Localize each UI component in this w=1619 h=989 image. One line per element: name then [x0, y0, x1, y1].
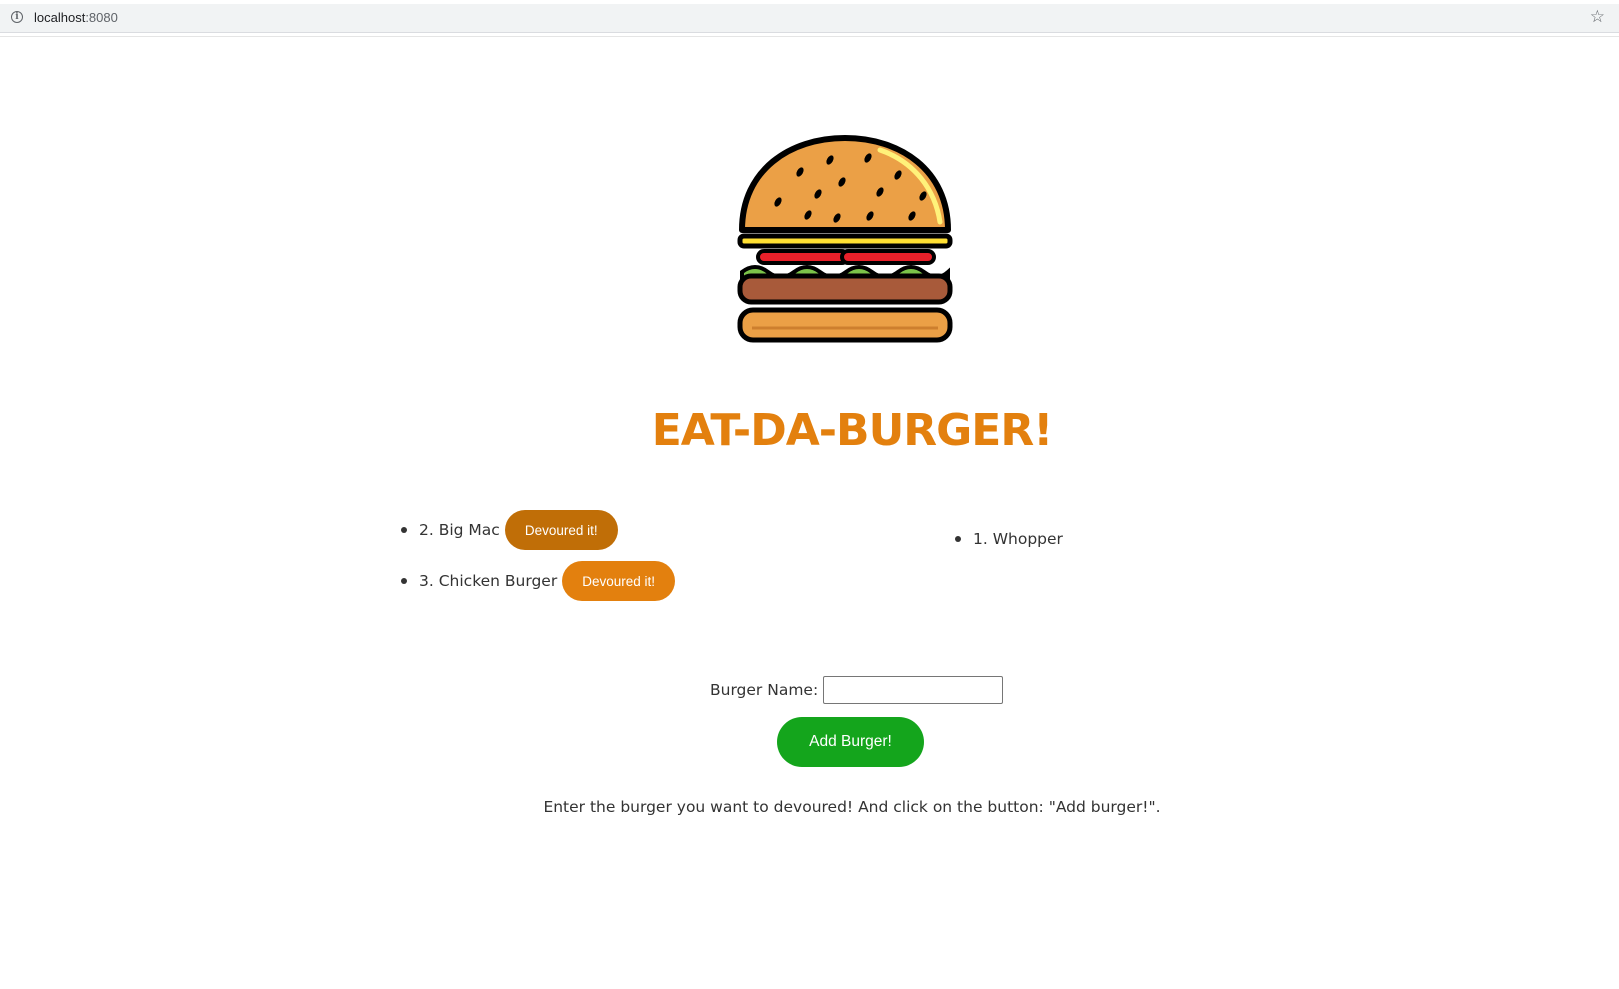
bookmark-star-icon[interactable]: ☆ [1590, 7, 1605, 27]
bullet-icon [401, 527, 407, 533]
devoured-list-item: 1. Whopper [955, 530, 1063, 548]
page-title: EAT-DA-BURGER! [651, 405, 1054, 456]
devour-button[interactable]: Devoured it! [504, 510, 618, 550]
burgers-to-eat-list: 2. Big Mac Devoured it! 3. Chicken Burge… [401, 510, 676, 612]
burger-name-input[interactable] [823, 676, 1004, 704]
devour-button[interactable]: Devoured it! [562, 561, 676, 601]
bullet-icon [401, 578, 407, 584]
bullet-icon [955, 536, 961, 542]
burger-list-item: 3. Chicken Burger Devoured it! [401, 561, 676, 601]
url-port: :8080 [85, 10, 118, 25]
burger-list-item: 2. Big Mac Devoured it! [401, 510, 675, 550]
add-burger-button[interactable]: Add Burger! [777, 717, 924, 767]
burger-name-label: Burger Name: [710, 681, 819, 699]
instructions-text: Enter the burger you want to devoured! A… [543, 798, 1161, 816]
url-text[interactable]: localhost:8080 [34, 10, 118, 25]
address-bar[interactable]: i localhost:8080 ☆ [0, 4, 1619, 33]
devoured-burgers-list: 1. Whopper [955, 530, 1063, 548]
add-burger-form: Burger Name: [710, 676, 1004, 704]
url-host: localhost [34, 10, 86, 25]
burger-name: 2. Big Mac [419, 521, 500, 539]
burger-name: 3. Chicken Burger [419, 572, 558, 590]
info-icon[interactable]: i [11, 11, 23, 23]
devoured-burger-name: 1. Whopper [973, 530, 1063, 548]
burger-logo [737, 135, 953, 343]
divider [0, 36, 1619, 37]
